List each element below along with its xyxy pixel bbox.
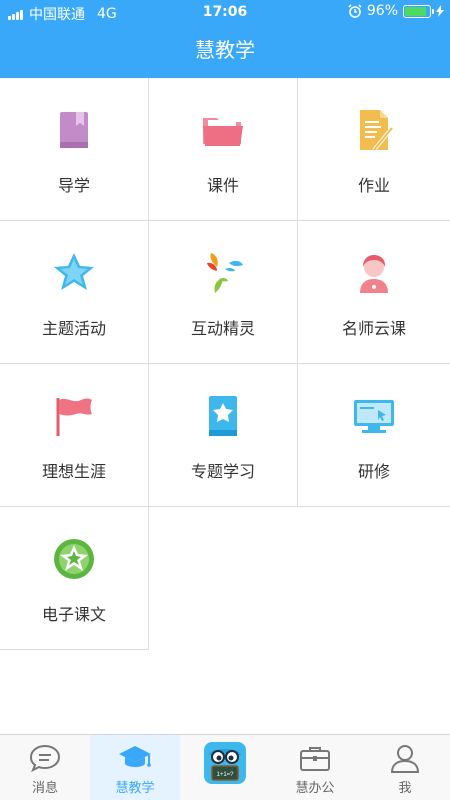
star-badge-icon — [54, 539, 94, 579]
battery-icon — [403, 4, 434, 18]
menu-item-zuoye[interactable]: 作业 — [298, 78, 450, 221]
tab-label: 我 — [398, 781, 412, 796]
menu-item-label: 课件 — [206, 176, 239, 195]
tab-hui-jiaoxue[interactable]: 慧教学 — [90, 735, 180, 800]
mascot-text: 1+1=? — [216, 772, 234, 778]
star-book-icon — [209, 396, 237, 436]
tab-label: 慧教学 — [115, 781, 155, 796]
person-icon — [390, 745, 420, 773]
tab-mascot[interactable]: 1+1=? — [180, 735, 270, 800]
teacher-icon — [360, 255, 388, 293]
graduation-cap-icon — [119, 746, 151, 767]
alarm-icon — [348, 4, 362, 18]
mascot-icon: 1+1=? — [204, 742, 246, 784]
menu-item-kejian[interactable]: 课件 — [149, 78, 298, 221]
briefcase-icon — [300, 747, 330, 771]
book-icon — [60, 112, 88, 148]
charging-icon — [436, 5, 444, 17]
tab-bar: 消息 慧教学 1+1=? 慧办公 我 — [0, 734, 450, 800]
menu-item-label: 名师云课 — [341, 319, 406, 338]
page-title: 慧教学 — [195, 38, 255, 62]
menu-item-daoxue[interactable]: 导学 — [0, 78, 149, 221]
folder-icon — [203, 118, 243, 146]
menu-item-label: 主题活动 — [41, 319, 106, 338]
menu-item-label: 导学 — [57, 176, 90, 195]
menu-item-hudong-jingling[interactable]: 互动精灵 — [149, 221, 298, 364]
menu-item-zhuti-huodong[interactable]: 主题活动 — [0, 221, 149, 364]
sprite-icon — [207, 253, 243, 293]
monitor-icon — [354, 400, 394, 433]
homework-icon — [360, 110, 394, 152]
menu-item-zhuanti-xuexi[interactable]: 专题学习 — [149, 364, 298, 507]
tab-me[interactable]: 我 — [360, 735, 450, 800]
menu-item-label: 电子课文 — [41, 605, 106, 624]
star-icon — [54, 253, 94, 290]
menu-item-mingshi-yunke[interactable]: 名师云课 — [298, 221, 450, 364]
menu-item-label: 作业 — [357, 176, 390, 195]
menu-item-dianzi-kewen[interactable]: 电子课文 — [0, 507, 149, 650]
battery-percent: 96% — [366, 3, 398, 19]
tab-messages[interactable]: 消息 — [0, 735, 90, 800]
chat-icon — [29, 744, 61, 773]
menu-item-label: 专题学习 — [190, 462, 255, 481]
tab-hui-bangong[interactable]: 慧办公 — [270, 735, 360, 800]
battery-fill — [405, 6, 427, 16]
menu-item-label: 研修 — [357, 462, 390, 481]
menu-item-yanxiu[interactable]: 研修 — [298, 364, 450, 507]
flag-icon — [56, 398, 92, 436]
status-bar: 中国联通 4G 17:06 96% — [0, 0, 450, 24]
nav-bar: 慧教学 — [0, 24, 450, 78]
menu-item-lixiang-shengya[interactable]: 理想生涯 — [0, 364, 149, 507]
menu-item-label: 理想生涯 — [41, 462, 106, 481]
tab-label: 消息 — [31, 781, 58, 796]
tab-label: 慧办公 — [295, 781, 335, 796]
menu-item-label: 互动精灵 — [190, 319, 255, 338]
